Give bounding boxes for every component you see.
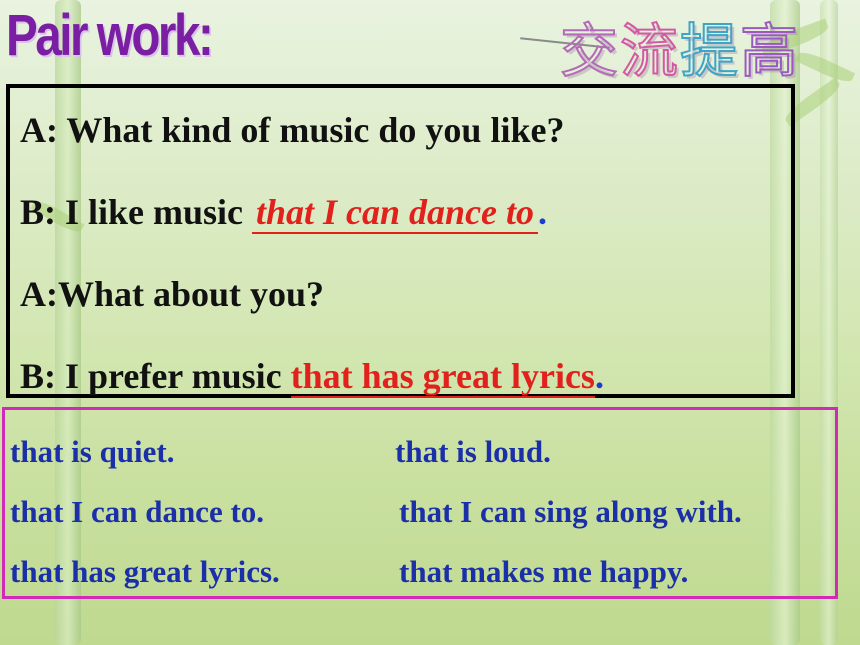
- dialog-line-1: A: What kind of music do you like?: [20, 110, 565, 150]
- option-item: that I can sing along with.: [399, 494, 742, 529]
- line-end: .: [538, 192, 548, 232]
- page-title: Pair work:: [6, 3, 214, 68]
- line-prefix: B: I like music: [20, 192, 253, 232]
- title-char: 高: [739, 16, 801, 86]
- option-item: that is loud.: [395, 434, 551, 469]
- title-char: 提: [679, 16, 741, 86]
- dialog-line-3: A:What about you?: [20, 274, 325, 314]
- option-item: that I can dance to.: [10, 494, 265, 529]
- answer-blank: that I can dance to: [252, 192, 539, 234]
- options-box: that is quiet. that is loud. that I can …: [2, 407, 838, 599]
- answer-blank: that has great lyrics: [290, 356, 595, 398]
- option-item: that has great lyrics.: [10, 554, 280, 589]
- chinese-title: 交流提高: [559, 4, 801, 88]
- option-item: that is quiet.: [10, 434, 175, 469]
- title-char: 流: [619, 16, 681, 86]
- dialog-box: A: What kind of music do you like? B: I …: [6, 84, 795, 398]
- line-prefix: B: I prefer music: [20, 356, 291, 396]
- title-char: 交: [559, 16, 621, 86]
- option-item: that makes me happy.: [399, 554, 689, 589]
- line-end: .: [594, 356, 604, 396]
- dialog-line-2: B: I like music that I can dance to.: [20, 176, 781, 258]
